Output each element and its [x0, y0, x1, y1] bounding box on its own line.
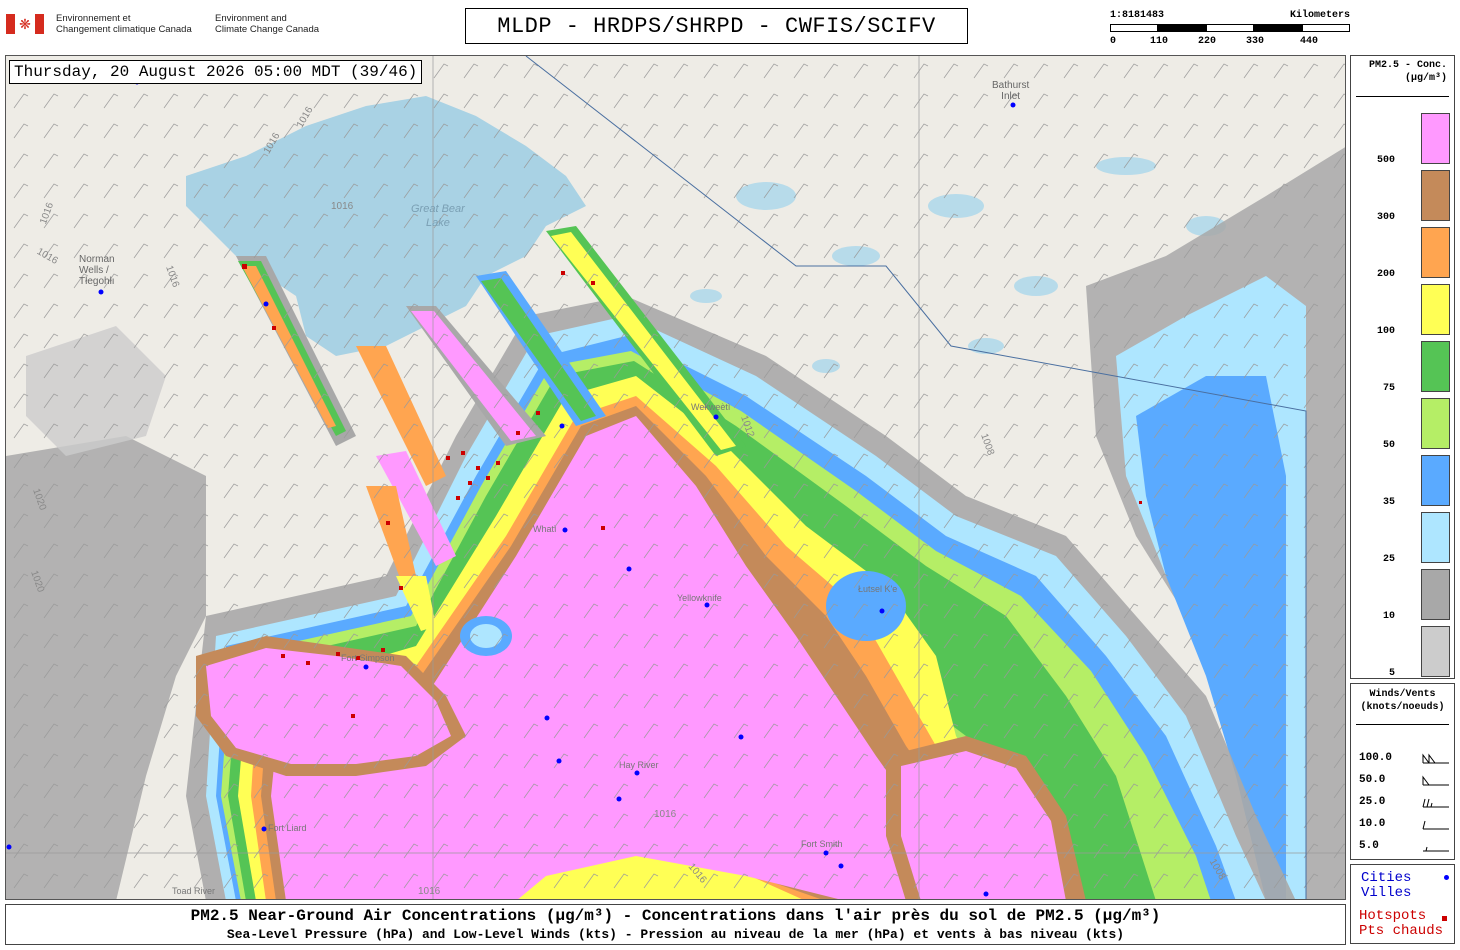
wind-barb-icon: [1422, 798, 1449, 808]
wind-legend-row: 5.0: [1359, 840, 1449, 854]
department-name-en: Environment and Climate Change Canada: [215, 13, 320, 35]
scale-tick: 440: [1300, 36, 1319, 47]
wind-legend-row: 100.0: [1359, 752, 1449, 766]
map-caption: PM2.5 Near-Ground Air Concentrations (µg…: [5, 904, 1346, 945]
legend-swatch: [1421, 113, 1450, 164]
legend-bin-label: 50: [1382, 440, 1395, 451]
scale-tick: 0: [1110, 36, 1117, 47]
legend-swatch: [1421, 512, 1450, 563]
legend-bin-label: 25: [1382, 554, 1395, 565]
legend-swatch: [1421, 227, 1450, 278]
wind-barb-icon: [1422, 820, 1449, 830]
isobar-label: 1016: [331, 201, 354, 212]
scale-bar: 1:8181483 Kilometers 0 110 220 330 440: [1110, 10, 1350, 50]
place-label: Yellowknife: [677, 593, 722, 603]
wind-barb-icon: [1423, 846, 1449, 852]
place-label: Łutsel K'e: [858, 584, 898, 594]
legend-bin-label: 10: [1382, 611, 1395, 622]
legend-bin-label: 500: [1376, 155, 1395, 166]
legend-bin-label: 300: [1376, 212, 1395, 223]
place-label: Toad River: [172, 886, 216, 896]
legend-swatch: [1421, 398, 1450, 449]
legend-bin-label: 35: [1382, 497, 1395, 508]
scale-unit: Kilometers: [1289, 10, 1350, 21]
scale-tick: 220: [1198, 36, 1217, 47]
city-dot-icon: [1444, 875, 1449, 880]
wind-speed-label: 25.0: [1359, 796, 1386, 808]
place-label: Whatì: [533, 524, 557, 534]
wind-barb-icon: [1422, 753, 1449, 764]
cities-legend-label: Cities Villes: [1361, 870, 1412, 901]
place-label: Bathurst Inlet: [992, 80, 1030, 102]
isobar-label: 1016: [418, 886, 441, 897]
symbol-legend: Cities Villes Hotspots Pts chauds: [1350, 864, 1455, 944]
legend-bin-label: 5: [1388, 668, 1395, 679]
wind-speed-label: 5.0: [1359, 840, 1379, 852]
legend-swatch: [1421, 455, 1450, 506]
forecast-timestamp: Thursday, 20 August 2026 05:00 MDT (39/4…: [9, 60, 423, 84]
legend-bin-label: 75: [1382, 383, 1395, 394]
place-label: Hay River: [619, 760, 659, 770]
wind-speed-label: 10.0: [1359, 818, 1386, 830]
place-label: Fort Liard: [268, 823, 307, 833]
legend-title: PM2.5 - Conc. (µg/m³): [1368, 60, 1447, 84]
government-signature: ❋ Environnement et Changement climatique…: [6, 10, 336, 44]
caption-line-1: PM2.5 Near-Ground Air Concentrations (µg…: [190, 907, 1161, 925]
scale-tick: 110: [1150, 36, 1169, 47]
department-name-fr: Environnement et Changement climatique C…: [56, 13, 192, 35]
wind-legend-row: 10.0: [1359, 818, 1449, 832]
wind-legend: Winds/Vents (knots/noeuds) 100.0 50.0 25.0…: [1350, 683, 1455, 860]
legend-swatch: [1421, 284, 1450, 335]
hotspot-square-icon: [1442, 916, 1447, 921]
legend-swatch: [1421, 569, 1450, 620]
wind-speed-label: 50.0: [1359, 774, 1386, 786]
map-canvas: [6, 56, 1345, 899]
wind-speed-label: 100.0: [1359, 752, 1393, 764]
isobar-label: 1016: [654, 809, 677, 820]
smoke-forecast-map[interactable]: Bathurst Inlet Great Bear Lake Norman We…: [5, 55, 1346, 900]
wind-legend-row: 25.0: [1359, 796, 1449, 810]
wind-barb-icon: [1422, 775, 1449, 786]
hotspots-legend-label: Hotspots Pts chauds: [1359, 908, 1444, 939]
place-label: Fort Smith: [801, 839, 843, 849]
canada-flag-icon: ❋: [6, 14, 44, 34]
scale-ratio: 1:8181483: [1110, 10, 1165, 21]
concentration-legend: PM2.5 - Conc. (µg/m³) 500 300 200 100 75 50 35…: [1350, 55, 1455, 679]
legend-swatch: [1421, 626, 1450, 677]
legend-bin-label: 100: [1376, 326, 1395, 337]
wind-legend-row: 50.0: [1359, 774, 1449, 788]
place-label: Fort Simpson: [341, 653, 395, 663]
place-label: Wekweètì: [691, 402, 731, 412]
place-label: Great Bear Lake: [411, 203, 465, 229]
legend-bin-label: 200: [1376, 269, 1395, 280]
page-title: MLDP - HRDPS/SHRPD - CWFIS/SCIFV: [465, 8, 968, 44]
wind-legend-title: Winds/Vents (knots/noeuds): [1360, 689, 1445, 713]
caption-line-2: Sea-Level Pressure (hPa) and Low-Level W…: [226, 927, 1125, 942]
place-label: Norman Wells / Tłegohłı: [79, 254, 115, 287]
legend-swatch: [1421, 170, 1450, 221]
legend-swatch: [1421, 341, 1450, 392]
scale-tick: 330: [1246, 36, 1265, 47]
